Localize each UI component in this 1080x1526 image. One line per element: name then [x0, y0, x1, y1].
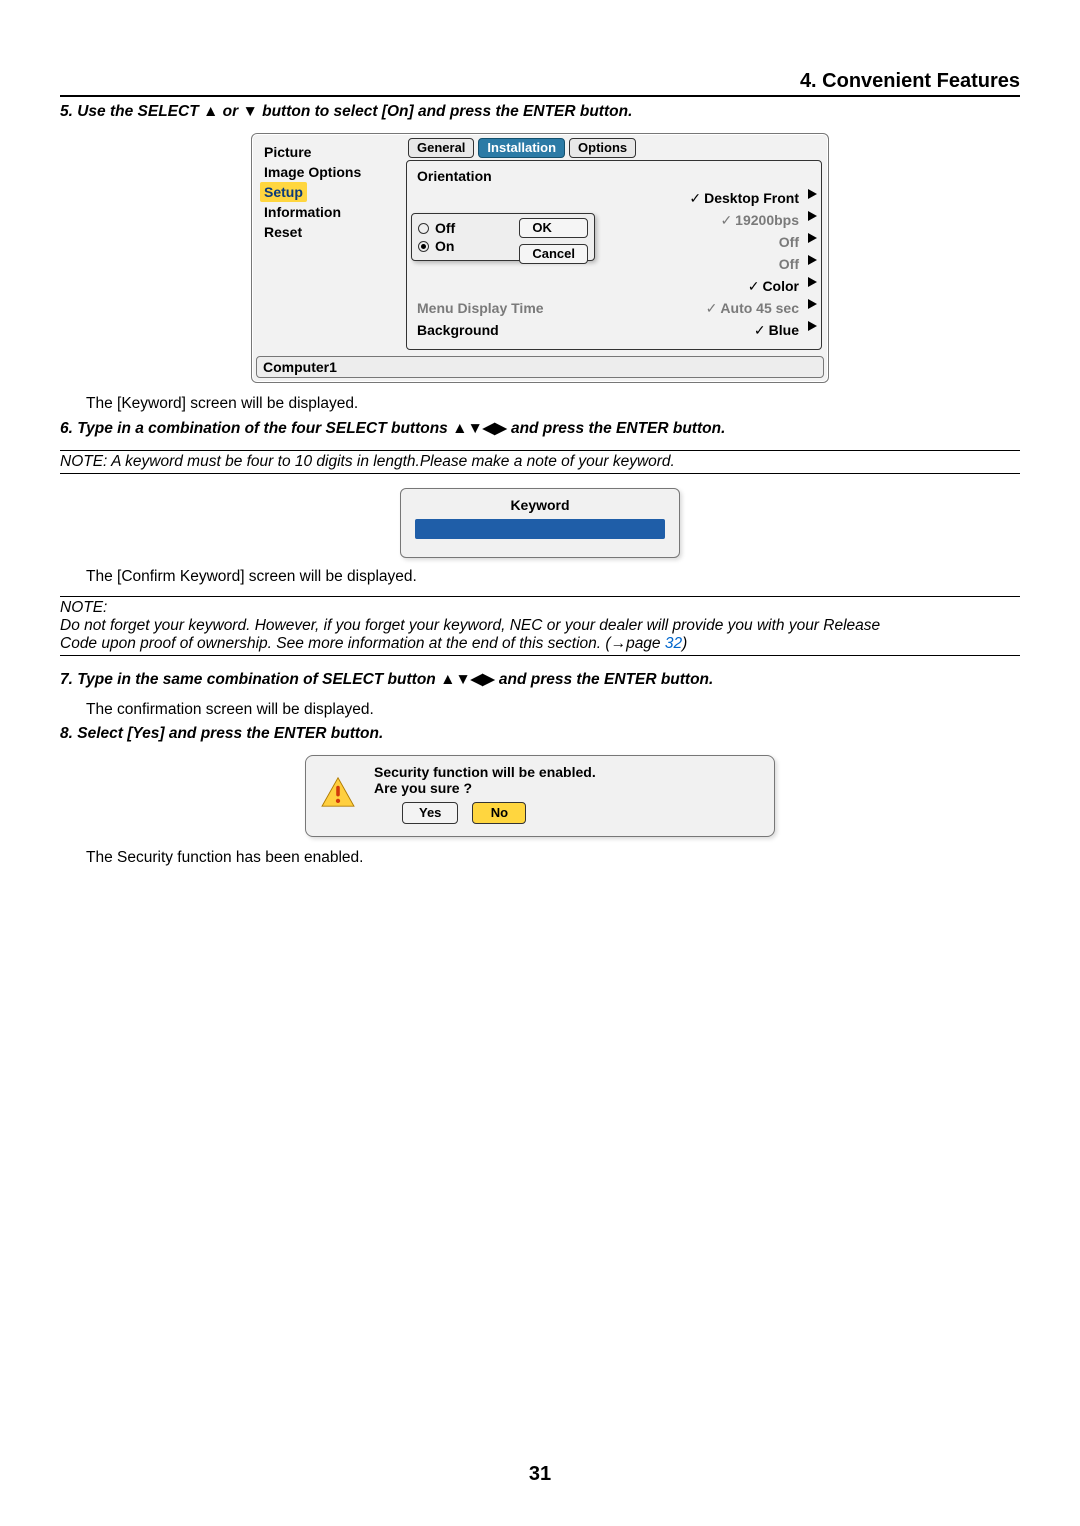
- row-orientation-value[interactable]: Desktop Front: [689, 190, 799, 207]
- nav-image-options[interactable]: Image Options: [260, 162, 406, 182]
- row-baud-value[interactable]: 19200bps: [720, 212, 799, 229]
- after-step5: The [Keyword] screen will be displayed.: [60, 395, 1020, 413]
- radio-on-label: On: [435, 238, 454, 254]
- arrow-right-icon[interactable]: [808, 233, 817, 243]
- step7-prefix: 7. Type in the same combination of SELEC…: [60, 671, 440, 688]
- arrow-right-icon[interactable]: [808, 211, 817, 221]
- step5-line: 5. Use the SELECT ▲ or ▼ button to selec…: [60, 103, 1020, 121]
- keyword-input[interactable]: [415, 519, 665, 539]
- step5-mid: or: [218, 103, 242, 120]
- no-button[interactable]: No: [472, 802, 526, 824]
- after-keyword: The [Confirm Keyword] screen will be dis…: [60, 568, 1020, 586]
- arrow-cluster: ▲▼◀▶: [452, 420, 507, 437]
- arrow-right-icon[interactable]: [808, 321, 817, 331]
- radio-off[interactable]: [418, 223, 429, 234]
- tab-general[interactable]: General: [408, 138, 474, 158]
- ok-button[interactable]: OK: [519, 218, 588, 238]
- page-link-32[interactable]: 32: [665, 635, 682, 652]
- step7-line: 7. Type in the same combination of SELEC…: [60, 670, 1020, 689]
- row-menutime-label: Menu Display Time: [417, 300, 544, 316]
- step5-suffix: button to select [On] and press the ENTE…: [258, 103, 633, 120]
- note2-head: NOTE:: [60, 599, 1020, 617]
- row-orientation-label: Orientation: [417, 168, 492, 184]
- row-color-value[interactable]: Color: [748, 278, 799, 295]
- yes-button[interactable]: Yes: [402, 802, 458, 824]
- arrow-right-icon[interactable]: [808, 277, 817, 287]
- setup-menu-figure: Picture Image Options Setup Information …: [251, 133, 829, 383]
- up-arrow: ▲: [203, 103, 218, 120]
- note2-line1: Do not forget your keyword. However, if …: [60, 617, 1020, 635]
- note-forget-keyword: NOTE: Do not forget your keyword. Howeve…: [60, 596, 1020, 656]
- page-number: 31: [0, 1463, 1080, 1486]
- nav-setup[interactable]: Setup: [260, 182, 307, 202]
- row-off1-value[interactable]: Off: [779, 234, 799, 250]
- nav-information[interactable]: Information: [260, 202, 406, 222]
- tab-options[interactable]: Options: [569, 138, 636, 158]
- after-step8: The Security function has been enabled.: [60, 849, 1020, 867]
- menu-nav: Picture Image Options Setup Information …: [256, 138, 406, 350]
- arrow-right-icon[interactable]: [808, 255, 817, 265]
- confirm-line1: Security function will be enabled.: [374, 764, 760, 780]
- keyword-dialog: Keyword: [400, 488, 680, 558]
- row-background-value[interactable]: Blue: [754, 322, 799, 339]
- nav-picture[interactable]: Picture: [260, 142, 406, 162]
- row-off2-value[interactable]: Off: [779, 256, 799, 272]
- step6-prefix: 6. Type in a combination of the four SEL…: [60, 420, 452, 437]
- row-background-label: Background: [417, 322, 499, 338]
- step7-suffix: and press the ENTER button.: [495, 671, 714, 688]
- status-bar: Computer1: [256, 356, 824, 378]
- radio-off-label: Off: [435, 220, 455, 236]
- arrow-right-icon[interactable]: [808, 189, 817, 199]
- warning-icon: [320, 764, 356, 808]
- after-step7: The confirmation screen will be displaye…: [60, 701, 1020, 719]
- cancel-button[interactable]: Cancel: [519, 244, 588, 264]
- radio-on[interactable]: [418, 241, 429, 252]
- step6-line: 6. Type in a combination of the four SEL…: [60, 419, 1020, 438]
- step8-line: 8. Select [Yes] and press the ENTER butt…: [60, 725, 1020, 743]
- down-arrow: ▼: [242, 103, 257, 120]
- note2-line2b: ): [682, 635, 687, 652]
- arrow-cluster: ▲▼◀▶: [440, 671, 495, 688]
- step6-suffix: and press the ENTER button.: [507, 420, 726, 437]
- tab-installation[interactable]: Installation: [478, 138, 565, 158]
- section-header: 4. Convenient Features: [60, 70, 1020, 97]
- note2-line2a: Code upon proof of ownership. See more i…: [60, 635, 665, 652]
- on-off-dialog: Off On OK Cancel: [411, 213, 595, 261]
- keyword-label: Keyword: [415, 497, 665, 513]
- nav-reset[interactable]: Reset: [260, 222, 406, 242]
- arrow-right-icon[interactable]: [808, 299, 817, 309]
- confirm-dialog: Security function will be enabled. Are y…: [305, 755, 775, 837]
- row-menutime-value[interactable]: Auto 45 sec: [706, 300, 799, 317]
- settings-panel: Orientation Desktop Front 19200bps Off O…: [406, 160, 822, 350]
- step5-prefix: 5. Use the SELECT: [60, 103, 203, 120]
- note-keyword-length: NOTE: A keyword must be four to 10 digit…: [60, 450, 1020, 474]
- confirm-line2: Are you sure ?: [374, 780, 760, 796]
